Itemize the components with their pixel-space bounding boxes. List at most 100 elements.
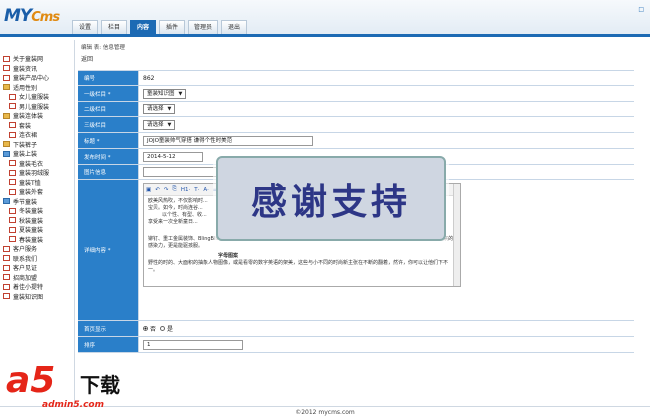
- sidebar-item[interactable]: 下装裤子: [0, 140, 74, 150]
- sidebar-item[interactable]: 童装产品中心: [0, 73, 74, 83]
- sidebar-item-label: 童装知识图: [13, 293, 44, 301]
- color-icon[interactable]: A·: [203, 187, 209, 193]
- sidebar-item[interactable]: 童装知识图: [0, 292, 74, 302]
- sidebar-item-label: 童装上装: [13, 151, 38, 159]
- sort-label: 排序: [78, 337, 138, 352]
- sidebar-item[interactable]: 季节童装: [0, 197, 74, 207]
- sidebar-item[interactable]: 女儿童服装: [0, 92, 74, 102]
- sidebar-item-label: 夏装童装: [19, 227, 44, 235]
- editor-paragraph: 野性的时的、大面积的抽象人物图像，或是看零的数字英语的架美，这些与小不同的时尚新…: [148, 260, 449, 273]
- watermark-url: admin5.com: [42, 400, 104, 410]
- sidebar-item[interactable]: 招商加盟: [0, 273, 74, 283]
- sidebar-item-label: 童装毛衣: [19, 160, 44, 168]
- page-icon: [3, 283, 10, 290]
- row-id: 编号 862: [78, 71, 634, 86]
- watermark-cn: 下载: [80, 373, 120, 397]
- page-icon: [9, 188, 16, 195]
- font-icon[interactable]: T·: [194, 187, 199, 193]
- folder-icon: [3, 141, 10, 148]
- sidebar-item[interactable]: 童装毛衣: [0, 159, 74, 169]
- home-yes-radio[interactable]: [160, 326, 166, 331]
- sidebar: 关于童装网 童装资讯 童装产品中心 适用性别女儿童服装 男儿童服装 童装连体装 套装连衣裙下…: [0, 40, 75, 406]
- tab-content[interactable]: 内容: [130, 20, 156, 34]
- sidebar-item[interactable]: 童装资讯: [0, 64, 74, 74]
- sidebar-item[interactable]: 客户服务: [0, 244, 74, 254]
- sidebar-item[interactable]: 童装外套: [0, 187, 74, 197]
- sidebar-item[interactable]: 童装羽绒服: [0, 168, 74, 178]
- editor-scrollbar[interactable]: [453, 184, 460, 286]
- breadcrumb: 编辑 表: 信息管理: [81, 45, 125, 51]
- sidebar-item[interactable]: 童装连体装: [0, 111, 74, 121]
- open-icon: [3, 150, 10, 157]
- title-input[interactable]: JOJO童装帅气穿搭 谦得个性时美范: [143, 135, 313, 146]
- sidebar-item[interactable]: 童装上装: [0, 149, 74, 159]
- date-label: 发布时间 *: [78, 149, 138, 164]
- tab-columns[interactable]: 栏目: [101, 20, 127, 34]
- id-value: 862: [143, 74, 155, 82]
- window-icon[interactable]: □: [638, 6, 644, 13]
- chevron-down-icon: ▼: [167, 106, 172, 112]
- page-icon: [3, 264, 10, 271]
- sidebar-item[interactable]: 套装: [0, 121, 74, 131]
- sidebar-item-label: 下装裤子: [13, 141, 38, 149]
- row-sort: 排序 1: [78, 337, 634, 353]
- sidebar-item[interactable]: 童装T恤: [0, 178, 74, 188]
- sidebar-item-label: 适用性别: [13, 84, 38, 92]
- sidebar-item-label: 招商加盟: [13, 274, 38, 282]
- page-icon: [9, 160, 16, 167]
- source-icon[interactable]: ▣: [146, 187, 151, 193]
- cat2-select[interactable]: 请选择 ▼: [143, 104, 176, 114]
- page-icon: [9, 179, 16, 186]
- sidebar-item[interactable]: 联系我们: [0, 254, 74, 264]
- page-icon: [9, 226, 16, 233]
- sidebar-item-label: 童装产品中心: [13, 75, 50, 83]
- sidebar-item[interactable]: 关于童装网: [0, 54, 74, 64]
- title-label: 标题 *: [78, 133, 138, 148]
- sidebar-item-label: 冬装童装: [19, 208, 44, 216]
- watermark-big: a5: [6, 360, 56, 401]
- overlay-text: 感谢支持: [250, 181, 411, 223]
- sidebar-item-label: 男儿童服装: [19, 103, 50, 111]
- tab-settings[interactable]: 设置: [72, 20, 98, 34]
- cat1-label: 一级栏目 *: [78, 86, 138, 101]
- sidebar-item[interactable]: 客户见证: [0, 263, 74, 273]
- sidebar-item-label: 秋装童装: [19, 217, 44, 225]
- heading-icon[interactable]: H1·: [181, 187, 190, 193]
- tab-plugins[interactable]: 插件: [159, 20, 185, 34]
- home-no-radio[interactable]: [143, 326, 148, 331]
- cat1-select[interactable]: 童装知识图 ▼: [143, 88, 187, 99]
- page-icon: [9, 207, 16, 214]
- cat2-label: 二级栏目: [78, 102, 138, 116]
- page-icon: [3, 65, 10, 72]
- date-input[interactable]: 2014-5-12: [143, 151, 203, 162]
- sidebar-item[interactable]: 秋装童装: [0, 216, 74, 226]
- sort-input[interactable]: 1: [143, 339, 243, 350]
- sidebar-item-label: 童装羽绒服: [19, 170, 50, 178]
- sidebar-item[interactable]: 连衣裙: [0, 130, 74, 140]
- sidebar-item[interactable]: 冬装童装: [0, 206, 74, 216]
- sidebar-item[interactable]: 夏装童装: [0, 225, 74, 235]
- sidebar-item-label: 女儿童服装: [19, 94, 50, 102]
- sidebar-item-label: 季节童装: [13, 198, 38, 206]
- redo-icon[interactable]: ↷: [164, 187, 169, 193]
- cat3-select[interactable]: 请选择 ▼: [143, 119, 176, 130]
- sidebar-item[interactable]: 适用性别: [0, 83, 74, 93]
- folder-icon: [3, 112, 10, 119]
- back-link[interactable]: 返回: [81, 54, 93, 63]
- sidebar-item-label: 套装: [19, 122, 32, 130]
- undo-icon[interactable]: ↶: [155, 187, 160, 193]
- sidebar-item-label: 客户见证: [13, 265, 38, 273]
- sidebar-item[interactable]: 春装童装: [0, 235, 74, 245]
- copy-icon[interactable]: ⎘: [172, 186, 176, 193]
- sidebar-item[interactable]: 着佳小提特: [0, 282, 74, 292]
- sidebar-item-label: 联系我们: [13, 255, 38, 263]
- detail-label: 详细内容 *: [78, 180, 138, 320]
- tab-admin[interactable]: 管理员: [188, 20, 219, 34]
- page-icon: [9, 122, 16, 129]
- sidebar-item-label: 连衣裙: [19, 132, 38, 140]
- sidebar-item[interactable]: 男儿童服装: [0, 102, 74, 112]
- sidebar-item-label: 童装T恤: [19, 179, 41, 187]
- logo: MYCms: [4, 6, 60, 26]
- page-icon: [3, 293, 10, 300]
- tab-logout[interactable]: 退出: [221, 20, 248, 34]
